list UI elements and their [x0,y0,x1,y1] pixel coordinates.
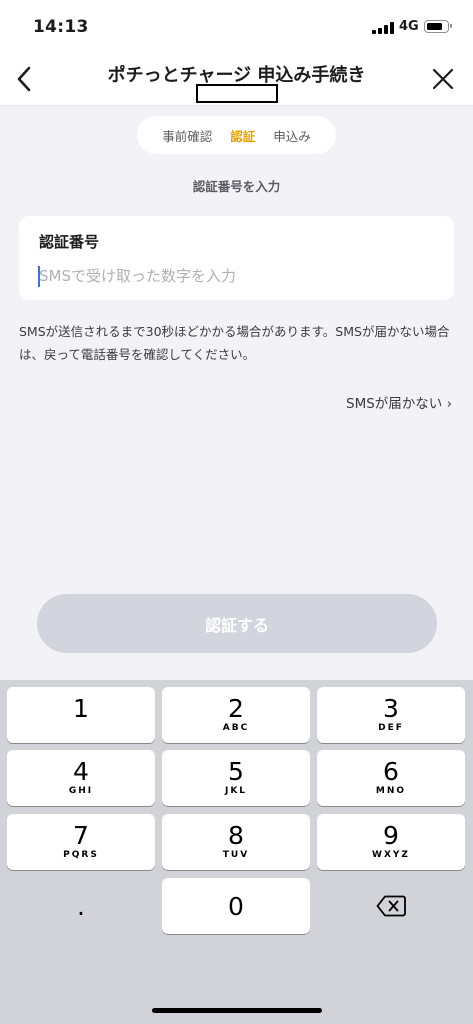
section-label: 認証番号を入力 [192,179,281,194]
key-letters: MNO [375,786,407,796]
key-7[interactable]: 7 PQRS [7,814,155,870]
sms-note: SMSが送信されるまで30秒ほどかかる場合があります。SMSが届かない場合は、戻… [19,324,450,362]
step-verification: 認証 [230,128,256,144]
delete-key[interactable] [317,878,465,934]
key-digit: 7 [73,821,89,850]
key-5[interactable]: 5 JKL [162,750,310,806]
backspace-icon [376,895,406,917]
key-dot-label: . [77,891,85,921]
key-0[interactable]: 0 [162,878,310,934]
key-letters: WXYZ [372,850,410,860]
key-9[interactable]: 9 WXYZ [317,814,465,870]
key-4[interactable]: 4 GHI [7,750,155,806]
chevron-left-icon [17,66,31,92]
key-letters: PQRS [63,850,99,860]
key-2[interactable]: 2 ABC [162,687,310,743]
key-6[interactable]: 6 MNO [317,750,465,806]
back-button[interactable] [6,60,42,98]
step-pre-check: 事前確認 [162,128,213,144]
key-digit: 4 [73,757,89,786]
verification-code-input[interactable] [39,264,439,288]
key-letters: GHI [68,786,94,796]
sms-not-received-link[interactable]: SMSが届かない › [346,392,452,412]
key-3[interactable]: 3 DEF [317,687,465,743]
close-button[interactable] [425,60,461,98]
step-indicator: 事前確認 認証 申込み [137,116,336,154]
home-indicator [152,1008,322,1013]
key-8[interactable]: 8 TUV [162,814,310,870]
key-letters: JKL [224,786,248,796]
key-1[interactable]: 1 [7,687,155,743]
verification-code-card: 認証番号 [19,216,454,300]
verify-button[interactable]: 認証する [37,594,437,653]
key-digit: 2 [228,694,244,723]
verification-code-label: 認証番号 [39,233,100,251]
key-digit: 3 [383,694,399,723]
numeric-keypad: 1 2 ABC 3 DEF 4 GHI 5 JKL 6 MNO 7 PQRS 8… [0,680,473,1024]
status-time: 14:13 [33,17,89,37]
key-digit: 5 [228,757,244,786]
redaction-box [196,84,278,103]
key-digit: 9 [383,821,399,850]
battery-icon [424,20,452,33]
key-dot[interactable]: . [7,878,155,934]
status-bar: 14:13 4G [0,0,473,52]
key-digit: 0 [228,891,244,921]
key-letters: ABC [222,723,250,733]
key-digit: 8 [228,821,244,850]
signal-icon [372,22,394,34]
key-digit: 1 [73,694,89,723]
key-letters: TUV [222,850,250,860]
step-application: 申込み [273,128,311,144]
key-letters: DEF [378,723,404,733]
network-type: 4G [399,19,419,34]
key-digit: 6 [383,757,399,786]
close-icon [432,68,454,90]
